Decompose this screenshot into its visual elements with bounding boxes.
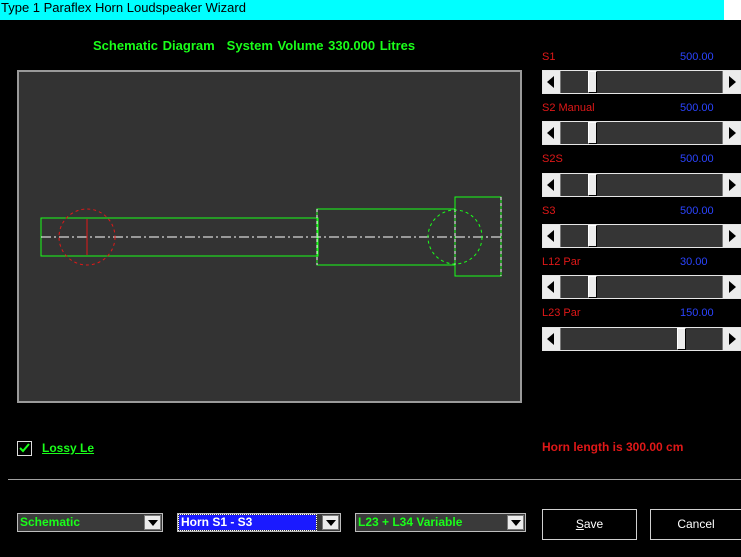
title-bar-controls[interactable] [724, 0, 741, 20]
slider-l23-par-left-arrow-icon[interactable] [543, 328, 561, 350]
chevron-down-icon[interactable] [144, 515, 161, 530]
save-button[interactable]: Save [542, 509, 637, 540]
horn-dropdown-value: Horn S1 - S3 [178, 514, 317, 531]
slider-label-s3: S3 [542, 205, 556, 217]
slider-label-l23-par: L23 Par [542, 307, 581, 319]
slider-value-s1: 500.00 [680, 51, 714, 63]
slider-l12-par[interactable] [542, 275, 741, 299]
slider-l23-par-right-arrow-icon[interactable] [722, 328, 740, 350]
slider-l23-par[interactable] [542, 327, 741, 351]
cancel-button[interactable]: Cancel [650, 509, 741, 540]
slider-s2-manual[interactable] [542, 121, 741, 145]
system-volume-text: System Volume 330.000 Litres [226, 38, 416, 53]
slider-s2-manual-right-arrow-icon[interactable] [722, 122, 740, 144]
schematic-diagram-title: Schematic Diagram [93, 38, 215, 53]
slider-value-s2s: 500.00 [680, 153, 714, 165]
slider-value-l12-par: 30.00 [680, 256, 708, 268]
slider-label-s1: S1 [542, 51, 556, 63]
mode-dropdown-value: L23 + L34 Variable [358, 515, 463, 529]
slider-s2-manual-left-arrow-icon[interactable] [543, 122, 561, 144]
slider-value-s3: 500.00 [680, 205, 714, 217]
slider-label-s2-manual: S2 Manual [542, 102, 595, 114]
view-dropdown-value: Schematic [20, 515, 81, 529]
slider-s2s-left-arrow-icon[interactable] [543, 174, 561, 196]
divider [8, 479, 741, 480]
slider-s2s-right-arrow-icon[interactable] [722, 174, 740, 196]
mode-dropdown[interactable]: L23 + L34 Variable [355, 513, 526, 532]
checkmark-icon [19, 443, 30, 453]
lossy-le-checkbox[interactable] [17, 441, 32, 456]
chevron-down-icon[interactable] [507, 515, 524, 530]
slider-label-s2s: S2S [542, 153, 563, 165]
slider-s3-left-arrow-icon[interactable] [543, 225, 561, 247]
lossy-le-label[interactable]: Lossy Le [42, 441, 94, 455]
schematic-canvas [17, 70, 522, 403]
slider-s1-thumb[interactable] [588, 71, 597, 93]
schematic-heading: Schematic Diagram System Volume 330.000 L… [93, 38, 415, 53]
view-dropdown[interactable]: Schematic [17, 513, 163, 532]
horn-length-text: Horn length is 300.00 cm [542, 440, 684, 454]
slider-s1-left-arrow-icon[interactable] [543, 71, 561, 93]
slider-s2s-thumb[interactable] [588, 174, 597, 196]
slider-l12-par-thumb[interactable] [588, 276, 597, 298]
slider-value-s2-manual: 500.00 [680, 102, 714, 114]
slider-s3-right-arrow-icon[interactable] [722, 225, 740, 247]
window-title-bar: Type 1 Paraflex Horn Loudspeaker Wizard [0, 0, 724, 20]
chevron-down-icon[interactable] [322, 515, 339, 530]
slider-label-l12-par: L12 Par [542, 256, 581, 268]
slider-l23-par-thumb[interactable] [677, 328, 686, 350]
slider-s2-manual-thumb[interactable] [588, 122, 597, 144]
horn-dropdown[interactable]: Horn S1 - S3 [177, 513, 341, 532]
slider-s2s[interactable] [542, 173, 741, 197]
window-title: Type 1 Paraflex Horn Loudspeaker Wizard [1, 0, 246, 15]
slider-s1-right-arrow-icon[interactable] [722, 71, 740, 93]
slider-l12-par-right-arrow-icon[interactable] [722, 276, 740, 298]
slider-s3-thumb[interactable] [588, 225, 597, 247]
horn-schematic-drawing [40, 196, 502, 277]
slider-s3[interactable] [542, 224, 741, 248]
slider-s1[interactable] [542, 70, 741, 94]
slider-value-l23-par: 150.00 [680, 307, 714, 319]
slider-l12-par-left-arrow-icon[interactable] [543, 276, 561, 298]
